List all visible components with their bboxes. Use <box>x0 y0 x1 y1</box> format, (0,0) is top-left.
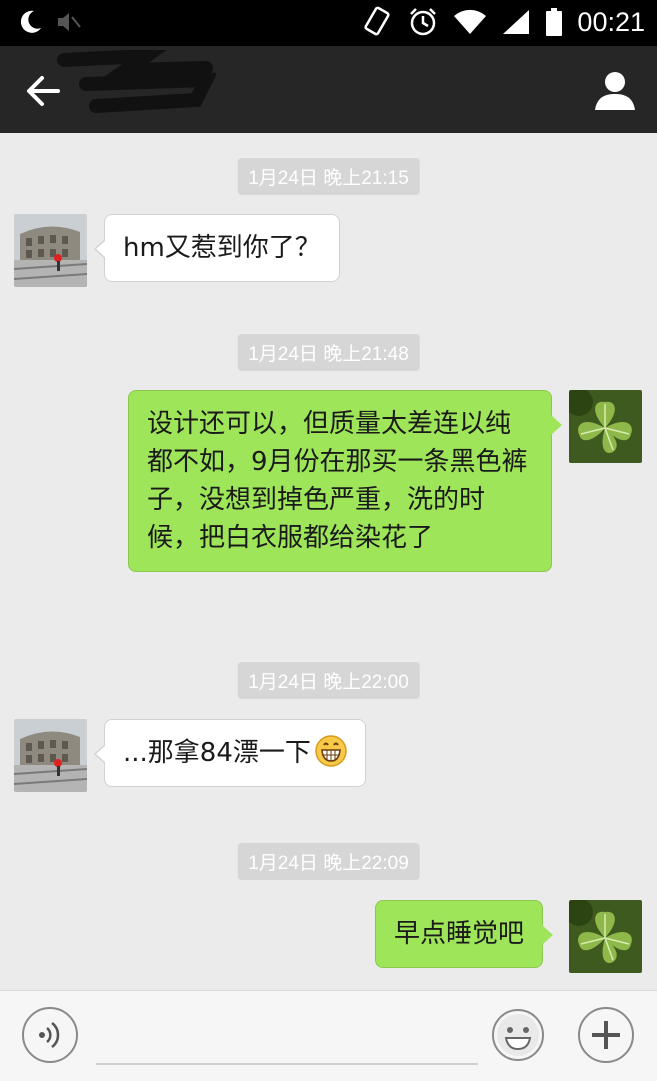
smiley-icon <box>492 1009 544 1061</box>
redacted-title-scribble <box>57 50 216 113</box>
my-avatar[interactable] <box>569 390 642 463</box>
battery-icon <box>546 8 563 36</box>
signal-icon <box>503 10 530 34</box>
message-input[interactable] <box>96 1011 478 1065</box>
received-message[interactable]: ...那拿84漂一下 <box>94 719 366 787</box>
sent-message[interactable]: 早点睡觉吧 <box>375 900 554 968</box>
plus-icon <box>592 1021 620 1049</box>
message-timestamp: 1月24日 晚上21:48 <box>237 334 420 371</box>
voice-input-button[interactable] <box>22 1007 78 1063</box>
message-timestamp: 1月24日 晚上21:15 <box>237 158 420 195</box>
sent-message[interactable]: 设计还可以，但质量太差连以纯都不如，9月份在那买一条黑色裤子，没想到掉色严重，洗… <box>128 390 562 572</box>
message-text: 早点睡觉吧 <box>394 919 525 949</box>
screen-rotation-icon <box>364 6 391 36</box>
contact-avatar[interactable] <box>14 214 87 287</box>
clock: 00:21 <box>577 6 645 37</box>
status-bar: 00:21 <box>0 0 657 46</box>
voice-icon <box>39 1022 60 1048</box>
my-avatar[interactable] <box>569 900 642 973</box>
message-timestamp: 1月24日 晚上22:09 <box>237 843 420 880</box>
person-icon <box>595 72 635 110</box>
received-message[interactable]: hm又惹到你了？ <box>94 214 340 282</box>
mute-icon <box>58 13 81 31</box>
wifi-icon <box>454 9 487 35</box>
grinning-face-emoji <box>315 735 347 767</box>
chat-header <box>0 46 657 133</box>
message-text: ...那拿84漂一下 <box>123 738 311 768</box>
more-options-button[interactable] <box>578 1007 634 1063</box>
message-input-bar <box>0 990 657 1081</box>
alarm-icon <box>410 8 437 36</box>
emoji-button[interactable] <box>490 1007 546 1063</box>
message-list[interactable]: 1月24日 晚上21:15 hm又惹到你了？ 1月24日 晚上21:48 设计还… <box>0 133 657 990</box>
message-text: 设计还可以，但质量太差连以纯都不如，9月份在那买一条黑色裤子，没想到掉色严重，洗… <box>147 409 528 553</box>
contact-profile-button[interactable] <box>591 66 639 114</box>
message-timestamp: 1月24日 晚上22:00 <box>237 662 420 699</box>
contact-avatar[interactable] <box>14 719 87 792</box>
message-text: hm又惹到你了？ <box>123 233 321 263</box>
moon-icon <box>20 10 41 33</box>
